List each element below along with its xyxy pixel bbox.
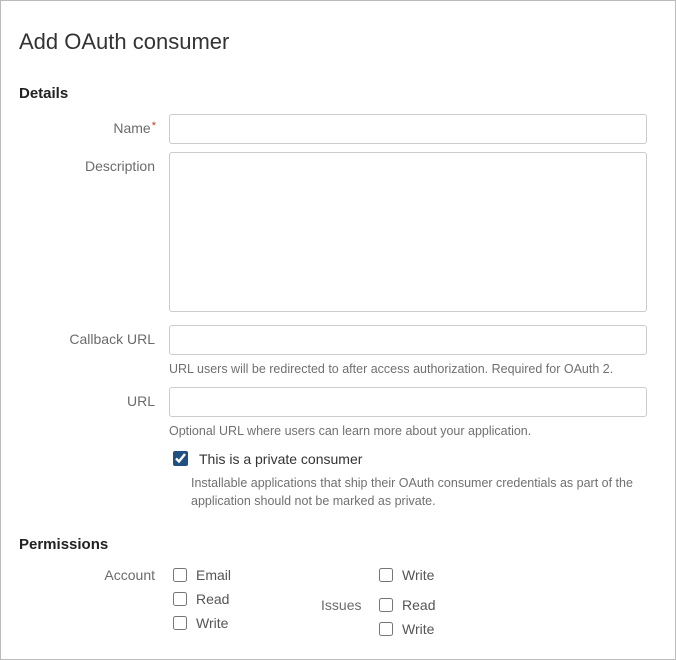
perm-issues-write-label: Write xyxy=(402,621,434,637)
row-description: Description xyxy=(19,152,647,317)
help-callback-url: URL users will be redirected to after ac… xyxy=(169,361,647,379)
perm-account-read-label: Read xyxy=(196,591,229,607)
url-input[interactable] xyxy=(169,387,647,417)
row-private-consumer: This is a private consumer Installable a… xyxy=(19,448,647,510)
perm-issues-label: Issues xyxy=(321,595,361,613)
label-callback-url: Callback URL xyxy=(19,325,169,347)
perm-issues-write-checkbox[interactable] xyxy=(379,622,393,636)
label-private-spacer xyxy=(19,448,169,454)
perm-group-account-label: Account xyxy=(19,565,169,583)
private-consumer-checkbox[interactable] xyxy=(173,451,188,466)
help-url: Optional URL where users can learn more … xyxy=(169,423,647,441)
perm-account-email-label: Email xyxy=(196,567,231,583)
perm-account-write-label: Write xyxy=(196,615,228,631)
label-name: Name* xyxy=(19,114,169,136)
perm-issues-read-label: Read xyxy=(402,597,435,613)
row-callback-url: Callback URL URL users will be redirecte… xyxy=(19,325,647,379)
perm-account-options: Email Read Write xyxy=(169,565,231,633)
perm-account-email-checkbox[interactable] xyxy=(173,568,187,582)
private-consumer-label: This is a private consumer xyxy=(199,451,362,467)
perm-account-read[interactable]: Read xyxy=(169,589,231,609)
perm-col-left: Email Read Write xyxy=(169,565,231,639)
callback-url-input[interactable] xyxy=(169,325,647,355)
perm-issues-read[interactable]: Read xyxy=(375,595,435,615)
perm-issues-read-checkbox[interactable] xyxy=(379,598,393,612)
description-textarea[interactable] xyxy=(169,152,647,312)
perm-account-email[interactable]: Email xyxy=(169,565,231,585)
label-url: URL xyxy=(19,387,169,409)
perm-right-top-spacer xyxy=(321,565,361,567)
label-name-text: Name xyxy=(113,120,150,136)
permissions-row: Account Email Read xyxy=(19,565,647,639)
row-url: URL Optional URL where users can learn m… xyxy=(19,387,647,441)
section-details-title: Details xyxy=(19,85,647,102)
dialog-window: Add OAuth consumer Details Name* Descrip… xyxy=(0,0,676,660)
section-permissions: Permissions Account Email Read xyxy=(19,536,647,639)
perm-account-write-checkbox[interactable] xyxy=(173,616,187,630)
name-input[interactable] xyxy=(169,114,647,144)
section-permissions-title: Permissions xyxy=(19,536,647,553)
perm-issues-write[interactable]: Write xyxy=(375,619,435,639)
perm-col-right: Write Issues Read xyxy=(321,565,435,639)
perm-issues-group: Issues Read Write xyxy=(321,595,435,639)
page-title: Add OAuth consumer xyxy=(19,29,647,55)
permissions-columns: Email Read Write xyxy=(169,565,647,639)
perm-account-read-checkbox[interactable] xyxy=(173,592,187,606)
perm-right-write-checkbox[interactable] xyxy=(379,568,393,582)
row-name: Name* xyxy=(19,114,647,144)
help-private-consumer: Installable applications that ship their… xyxy=(191,475,647,510)
perm-right-write[interactable]: Write xyxy=(375,565,434,585)
required-star-icon: * xyxy=(152,120,156,132)
perm-right-top-group: Write xyxy=(321,565,435,585)
perm-right-write-label: Write xyxy=(402,567,434,583)
perm-account-write[interactable]: Write xyxy=(169,613,231,633)
label-description: Description xyxy=(19,152,169,174)
